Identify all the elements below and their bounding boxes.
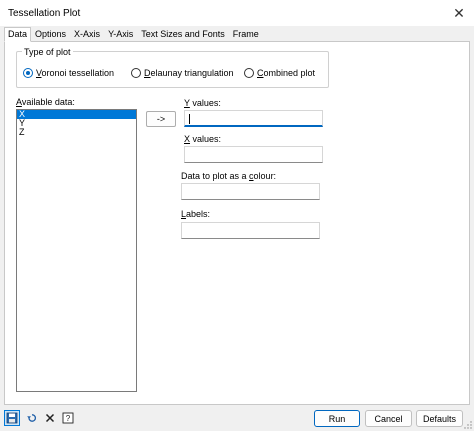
data-tab-panel: Type of plot Voronoi tessellation Delaun… [4, 41, 470, 405]
list-item[interactable]: Y [17, 119, 136, 128]
tab-x-axis[interactable]: X-Axis [70, 27, 104, 41]
radio-voronoi-tessellation[interactable]: Voronoi tessellation [23, 68, 114, 78]
tab-options[interactable]: Options [31, 27, 70, 41]
window-title: Tessellation Plot [8, 8, 81, 19]
y-values-label: Y values: [184, 98, 221, 108]
x-values-label: X values: [184, 134, 222, 144]
save-settings-button[interactable] [4, 410, 20, 426]
tab-frame[interactable]: Frame [229, 27, 263, 41]
radio-label: Voronoi tessellation [36, 68, 115, 78]
radio-dot [244, 68, 254, 78]
radio-dot [23, 68, 33, 78]
resize-grip-icon[interactable] [464, 421, 472, 429]
plot-type-group: Type of plot Voronoi tessellation Delaun… [16, 47, 329, 88]
text-caret [189, 114, 190, 124]
move-to-field-button[interactable]: -> [146, 111, 176, 127]
tessellation-plot-dialog: Tessellation Plot ✕ Data Options X-Axis … [0, 0, 474, 431]
radio-label: Delaunay triangulation [144, 68, 234, 78]
save-icon [6, 412, 18, 424]
cancel-button[interactable]: Cancel [365, 410, 412, 427]
radio-combined-plot[interactable]: Combined plot [244, 68, 315, 78]
help-icon: ? [62, 412, 74, 424]
plot-type-title: Type of plot [22, 47, 73, 57]
bottom-bar: ? Run Cancel Defaults [0, 405, 474, 431]
list-item[interactable]: Z [17, 128, 136, 137]
radio-delaunay-triangulation[interactable]: Delaunay triangulation [131, 68, 234, 78]
clear-icon [45, 413, 55, 423]
tab-bar: Data Options X-Axis Y-Axis Text Sizes an… [4, 27, 263, 42]
colour-data-field[interactable] [181, 183, 320, 200]
close-icon: ✕ [453, 4, 465, 21]
y-values-field[interactable] [184, 110, 323, 127]
clear-button[interactable] [42, 410, 58, 426]
title-bar: Tessellation Plot ✕ [0, 0, 474, 26]
colour-data-label: Data to plot as a colour: [181, 171, 277, 181]
svg-text:?: ? [66, 414, 71, 423]
radio-dot [131, 68, 141, 78]
x-values-field[interactable] [184, 146, 323, 163]
labels-field[interactable] [181, 222, 320, 239]
restore-button[interactable] [24, 410, 40, 426]
labels-label: Labels: [181, 209, 211, 219]
tab-data[interactable]: Data [4, 27, 32, 42]
restore-icon [27, 414, 37, 422]
defaults-button[interactable]: Defaults [416, 410, 463, 427]
list-item[interactable]: X [17, 110, 136, 119]
tab-y-axis[interactable]: Y-Axis [104, 27, 137, 41]
available-data-label: Available data: [16, 97, 75, 107]
help-button[interactable]: ? [60, 410, 76, 426]
close-button[interactable]: ✕ [444, 0, 474, 26]
available-data-list[interactable]: X Y Z [16, 109, 137, 392]
tab-text-sizes-and-fonts[interactable]: Text Sizes and Fonts [137, 27, 229, 41]
radio-label: Combined plot [257, 68, 316, 78]
run-button[interactable]: Run [314, 410, 360, 427]
